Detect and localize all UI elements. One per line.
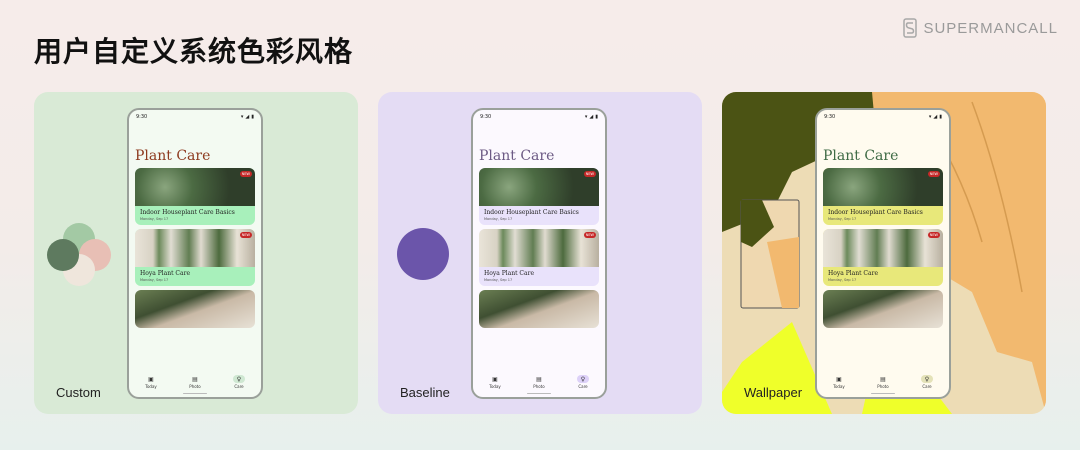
card-date: Monday, Sep 17	[828, 217, 857, 221]
bottom-nav: ▣ Today ▤ Photo ♀ Care	[129, 375, 261, 389]
status-bar: 9:30 ▾ ◢ ▮	[129, 110, 261, 120]
new-badge: NEW	[927, 171, 940, 177]
nav-item-today[interactable]: ▣ Today	[145, 375, 157, 390]
nav-item-photo[interactable]: ▤ Photo	[533, 375, 545, 390]
wallpaper-theme-panel: 9:30 ▾ ◢ ▮ Plant Care NEW Indoor Housepl…	[722, 92, 1046, 414]
battery-icon: ▮	[939, 114, 942, 120]
signal-icon: ◢	[589, 114, 594, 120]
status-bar: 9:30 ▾ ◢ ▮	[473, 110, 605, 120]
brand-name: SUPERMANCALL	[923, 19, 1058, 37]
lightbulb-icon: ♀	[233, 375, 245, 383]
panel-label: Baseline	[400, 385, 450, 400]
cactus-image: NEW	[135, 229, 255, 267]
watering-image-card[interactable]	[135, 290, 255, 328]
card-title: Hoya Plant Care	[484, 270, 535, 277]
brand-logo: SUPERMANCALL	[903, 18, 1058, 38]
card-date: Monday, Sep 17	[484, 217, 513, 221]
article-card[interactable]: NEW Indoor Houseplant Care Basics Monday…	[479, 168, 599, 225]
nav-label: Today	[489, 384, 501, 389]
nav-label: Today	[833, 384, 845, 389]
home-indicator	[527, 392, 551, 394]
app-title: Plant Care	[479, 148, 555, 164]
bottom-nav: ▣ Today ▤ Photo ♀ Care	[817, 375, 949, 389]
wifi-icon: ▾	[928, 114, 932, 120]
card-title: Indoor Houseplant Care Basics	[828, 209, 923, 216]
new-badge: NEW	[239, 171, 252, 177]
watering-image-card[interactable]	[823, 290, 943, 328]
calendar-icon: ▣	[492, 375, 498, 383]
status-bar: 9:30 ▾ ◢ ▮	[817, 110, 949, 120]
status-time: 9:30	[480, 114, 492, 120]
phone-mockup: 9:30 ▾ ◢ ▮ Plant Care NEW Indoor Housepl…	[471, 108, 607, 399]
succulents-image: NEW	[823, 168, 943, 206]
nav-item-photo[interactable]: ▤ Photo	[877, 375, 889, 390]
signal-icon: ◢	[245, 114, 250, 120]
new-badge: NEW	[927, 232, 940, 238]
status-time: 9:30	[136, 114, 148, 120]
new-badge: NEW	[239, 232, 252, 238]
article-card[interactable]: NEW Hoya Plant Care Monday, Sep 17	[135, 229, 255, 286]
custom-swatch-cluster	[47, 223, 111, 286]
home-indicator	[183, 392, 207, 394]
brand-icon	[903, 18, 918, 38]
baseline-swatch	[397, 228, 449, 280]
new-badge: NEW	[583, 232, 596, 238]
app-title: Plant Care	[135, 148, 211, 164]
card-date: Monday, Sep 17	[828, 278, 857, 282]
panel-label: Custom	[56, 385, 101, 400]
nav-item-today[interactable]: ▣ Today	[833, 375, 845, 390]
nav-label: Photo	[877, 384, 889, 389]
calendar-icon: ▣	[836, 375, 842, 383]
nav-item-care[interactable]: ♀ Care	[577, 375, 589, 389]
nav-item-today[interactable]: ▣ Today	[489, 375, 501, 390]
article-card[interactable]: NEW Hoya Plant Care Monday, Sep 17	[823, 229, 943, 286]
battery-icon: ▮	[595, 114, 598, 120]
status-time: 9:30	[824, 114, 836, 120]
photo-icon: ▤	[536, 375, 542, 383]
article-card[interactable]: NEW Indoor Houseplant Care Basics Monday…	[135, 168, 255, 225]
nav-item-care[interactable]: ♀ Care	[233, 375, 245, 389]
nav-label: Care	[578, 384, 588, 389]
page-title: 用户自定义系统色彩风格	[34, 35, 354, 68]
nav-label: Today	[145, 384, 157, 389]
nav-item-photo[interactable]: ▤ Photo	[189, 375, 201, 390]
succulents-image: NEW	[135, 168, 255, 206]
cactus-image: NEW	[479, 229, 599, 267]
home-indicator	[871, 392, 895, 394]
card-title: Hoya Plant Care	[140, 270, 191, 277]
lightbulb-icon: ♀	[921, 375, 933, 383]
nav-label: Care	[234, 384, 244, 389]
photo-icon: ▤	[880, 375, 886, 383]
watering-image-card[interactable]	[479, 290, 599, 328]
battery-icon: ▮	[251, 114, 254, 120]
app-title: Plant Care	[823, 148, 899, 164]
card-title: Hoya Plant Care	[828, 270, 879, 277]
succulents-image: NEW	[479, 168, 599, 206]
nav-label: Photo	[189, 384, 201, 389]
phone-mockup: 9:30 ▾ ◢ ▮ Plant Care NEW Indoor Housepl…	[127, 108, 263, 399]
card-title: Indoor Houseplant Care Basics	[484, 209, 579, 216]
custom-theme-panel: 9:30 ▾ ◢ ▮ Plant Care NEW Indoor Housepl…	[34, 92, 358, 414]
new-badge: NEW	[583, 171, 596, 177]
bottom-nav: ▣ Today ▤ Photo ♀ Care	[473, 375, 605, 389]
nav-label: Care	[922, 384, 932, 389]
card-date: Monday, Sep 17	[140, 278, 169, 282]
phone-mockup: 9:30 ▾ ◢ ▮ Plant Care NEW Indoor Housepl…	[815, 108, 951, 399]
calendar-icon: ▣	[148, 375, 154, 383]
photo-icon: ▤	[192, 375, 198, 383]
article-card[interactable]: NEW Indoor Houseplant Care Basics Monday…	[823, 168, 943, 225]
article-card[interactable]: NEW Hoya Plant Care Monday, Sep 17	[479, 229, 599, 286]
card-date: Monday, Sep 17	[140, 217, 169, 221]
panel-label: Wallpaper	[744, 385, 803, 400]
nav-label: Photo	[533, 384, 545, 389]
lightbulb-icon: ♀	[577, 375, 589, 383]
wifi-icon: ▾	[240, 114, 244, 120]
card-date: Monday, Sep 17	[484, 278, 513, 282]
signal-icon: ◢	[933, 114, 938, 120]
card-title: Indoor Houseplant Care Basics	[140, 209, 235, 216]
baseline-theme-panel: 9:30 ▾ ◢ ▮ Plant Care NEW Indoor Housepl…	[378, 92, 702, 414]
wifi-icon: ▾	[584, 114, 588, 120]
cactus-image: NEW	[823, 229, 943, 267]
nav-item-care[interactable]: ♀ Care	[921, 375, 933, 389]
